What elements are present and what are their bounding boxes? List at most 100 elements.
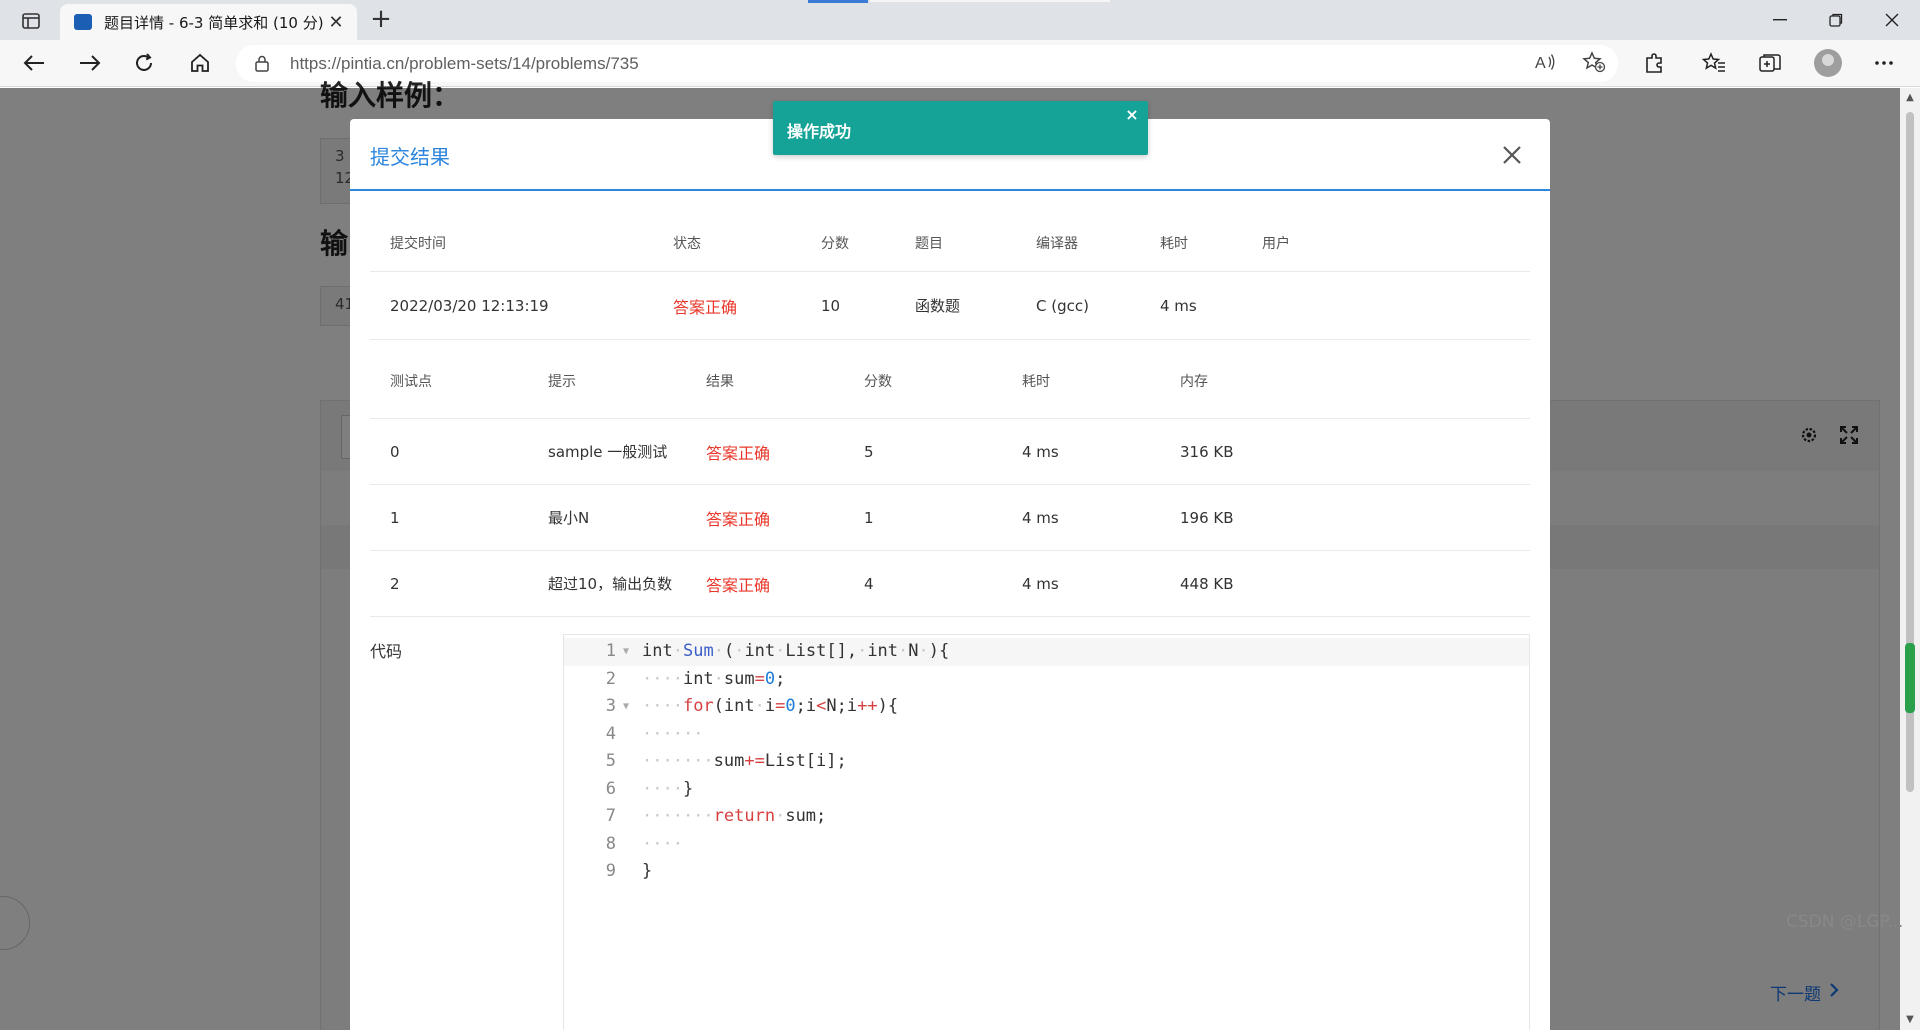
line-number: 9	[605, 861, 616, 881]
test-result: 答案正确	[706, 575, 771, 595]
table-row: 1 最小N 答案正确 1 4 ms 196 KB	[370, 485, 1530, 551]
test-result: 答案正确	[706, 509, 771, 529]
line-number: 1	[605, 641, 616, 661]
tab-title: 题目详情 - 6-3 简单求和 (10 分)	[104, 13, 324, 32]
test-case-table: 测试点 提示 结果 分数 耗时 内存 0 sample 一般测试 答案正确 5 …	[370, 344, 1530, 617]
address-bar-icons: A	[1534, 51, 1606, 77]
header-score: 分数	[821, 235, 849, 252]
fold-arrow-icon[interactable]: ▼	[616, 693, 636, 721]
collections-icon[interactable]	[1752, 46, 1788, 80]
csdn-watermark: CSDN @LGP...	[1786, 912, 1904, 932]
case-header-row: 测试点 提示 结果 分数 耗时 内存	[370, 344, 1530, 419]
test-score: 1	[864, 508, 874, 527]
test-point-id: 2	[390, 574, 400, 593]
tab-scroll-indicator	[808, 0, 868, 3]
code-text: }	[642, 861, 653, 881]
line-number: 3	[605, 696, 616, 716]
code-text: ····	[642, 833, 683, 854]
test-memory: 196 KB	[1180, 508, 1234, 527]
header-user: 用户	[1262, 235, 1290, 252]
header-compiler: 编译器	[1036, 235, 1078, 252]
add-favorite-icon[interactable]	[1582, 51, 1606, 77]
scroll-up-icon[interactable]: ▲	[1904, 92, 1916, 104]
toast-close-icon[interactable]: ×	[1122, 105, 1142, 124]
close-icon[interactable]	[1498, 141, 1526, 169]
profile-avatar[interactable]	[1810, 46, 1846, 80]
toast-message: 操作成功	[787, 122, 852, 141]
submitted-code-viewer[interactable]: 1 ▼ int·Sum·(·int·List[],·int·N·){ 2 ···…	[563, 634, 1530, 1030]
compiler-value: C (gcc)	[1036, 296, 1089, 315]
header-time-used: 耗时	[1160, 235, 1188, 252]
modal-title: 提交结果	[370, 145, 450, 169]
status-badge: 答案正确	[673, 297, 738, 317]
line-number: 8	[605, 833, 616, 854]
back-arrow-icon[interactable]	[16, 46, 52, 80]
refresh-icon[interactable]	[126, 46, 162, 80]
test-time: 4 ms	[1022, 574, 1059, 593]
code-text: ·······sum+=List[i];	[642, 751, 847, 771]
summary-data-row: 2022/03/20 12:13:19 答案正确 10 函数题 C (gcc) …	[370, 272, 1530, 340]
header-submit-time: 提交时间	[390, 235, 446, 252]
test-score: 5	[864, 442, 874, 461]
code-line: 6 ····}	[564, 776, 1529, 804]
tab-scroll-track	[870, 0, 1110, 2]
pintia-favicon-icon	[74, 14, 92, 30]
test-score: 4	[864, 574, 874, 593]
header-memory: 内存	[1180, 374, 1208, 390]
code-line: 1 ▼ int·Sum·(·int·List[],·int·N·){	[564, 638, 1529, 666]
page-scrollbar[interactable]: ▲ ▼	[1900, 88, 1920, 1030]
avatar-icon	[1814, 49, 1842, 77]
home-icon[interactable]	[182, 46, 218, 80]
more-menu-icon[interactable]	[1866, 46, 1902, 80]
line-number: 7	[605, 806, 616, 826]
tab-actions-icon[interactable]	[14, 8, 48, 34]
svg-text:A: A	[1535, 55, 1546, 72]
test-memory: 448 KB	[1180, 574, 1234, 593]
tab-close-icon[interactable]: ✕	[325, 12, 347, 33]
test-hint: sample 一般测试	[548, 443, 668, 461]
table-row: 0 sample 一般测试 答案正确 5 4 ms 316 KB	[370, 419, 1530, 485]
submit-time: 2022/03/20 12:13:19	[390, 296, 549, 315]
window-close-icon[interactable]	[1864, 0, 1920, 40]
browser-tab-active[interactable]: 题目详情 - 6-3 简单求和 (10 分) ✕	[60, 4, 357, 40]
scroll-position-marker	[1905, 643, 1915, 713]
line-number: 6	[605, 778, 616, 799]
code-line: 5 ·······sum+=List[i];	[564, 748, 1529, 776]
forward-arrow-icon[interactable]	[72, 46, 108, 80]
test-time: 4 ms	[1022, 442, 1059, 461]
problem-type: 函数题	[915, 297, 961, 315]
summary-header-row: 提交时间 状态 分数 题目 编译器 耗时 用户	[370, 192, 1530, 272]
code-line: 2 ····int·sum=0;	[564, 666, 1529, 694]
total-score: 10	[821, 296, 841, 315]
header-result: 结果	[706, 374, 734, 390]
restore-icon[interactable]	[1808, 0, 1864, 40]
time-used: 4 ms	[1160, 296, 1197, 315]
code-text: ····for(int·i=0;i<N;i++){	[642, 696, 899, 716]
scroll-down-icon[interactable]: ▼	[1904, 1014, 1916, 1026]
minimize-icon[interactable]	[1752, 0, 1808, 40]
browser-tabbar: 题目详情 - 6-3 简单求和 (10 分) ✕ +	[0, 0, 1920, 40]
header-status: 状态	[673, 235, 701, 252]
test-hint: 超过10，输出负数	[548, 575, 673, 593]
browser-toolbar: https://pintia.cn/problem-sets/14/proble…	[0, 40, 1920, 87]
header-case-time: 耗时	[1022, 374, 1050, 390]
code-line: 3 ▼ ····for(int·i=0;i<N;i++){	[564, 693, 1529, 721]
test-memory: 316 KB	[1180, 442, 1234, 461]
new-tab-button[interactable]: +	[366, 6, 396, 34]
read-aloud-icon[interactable]: A	[1534, 51, 1556, 77]
table-row: 2 超过10，输出负数 答案正确 4 4 ms 448 KB	[370, 551, 1530, 617]
code-line: 9 }	[564, 858, 1529, 886]
url-text: https://pintia.cn/problem-sets/14/proble…	[290, 53, 639, 73]
header-problem: 题目	[915, 235, 943, 252]
success-toast: 操作成功 ×	[773, 101, 1148, 155]
extensions-icon[interactable]	[1636, 46, 1672, 80]
favorites-icon[interactable]	[1696, 46, 1732, 80]
lock-icon[interactable]	[252, 54, 272, 74]
submission-summary-table: 提交时间 状态 分数 题目 编译器 耗时 用户 2022/03/20 12:13…	[370, 192, 1530, 340]
header-test-point: 测试点	[390, 374, 432, 390]
code-text: int·Sum·(·int·List[],·int·N·){	[642, 641, 950, 661]
header-hint: 提示	[548, 374, 576, 390]
fold-arrow-icon[interactable]: ▼	[616, 638, 636, 666]
code-label: 代码	[370, 642, 403, 661]
code-text: ·······return·sum;	[642, 806, 827, 826]
